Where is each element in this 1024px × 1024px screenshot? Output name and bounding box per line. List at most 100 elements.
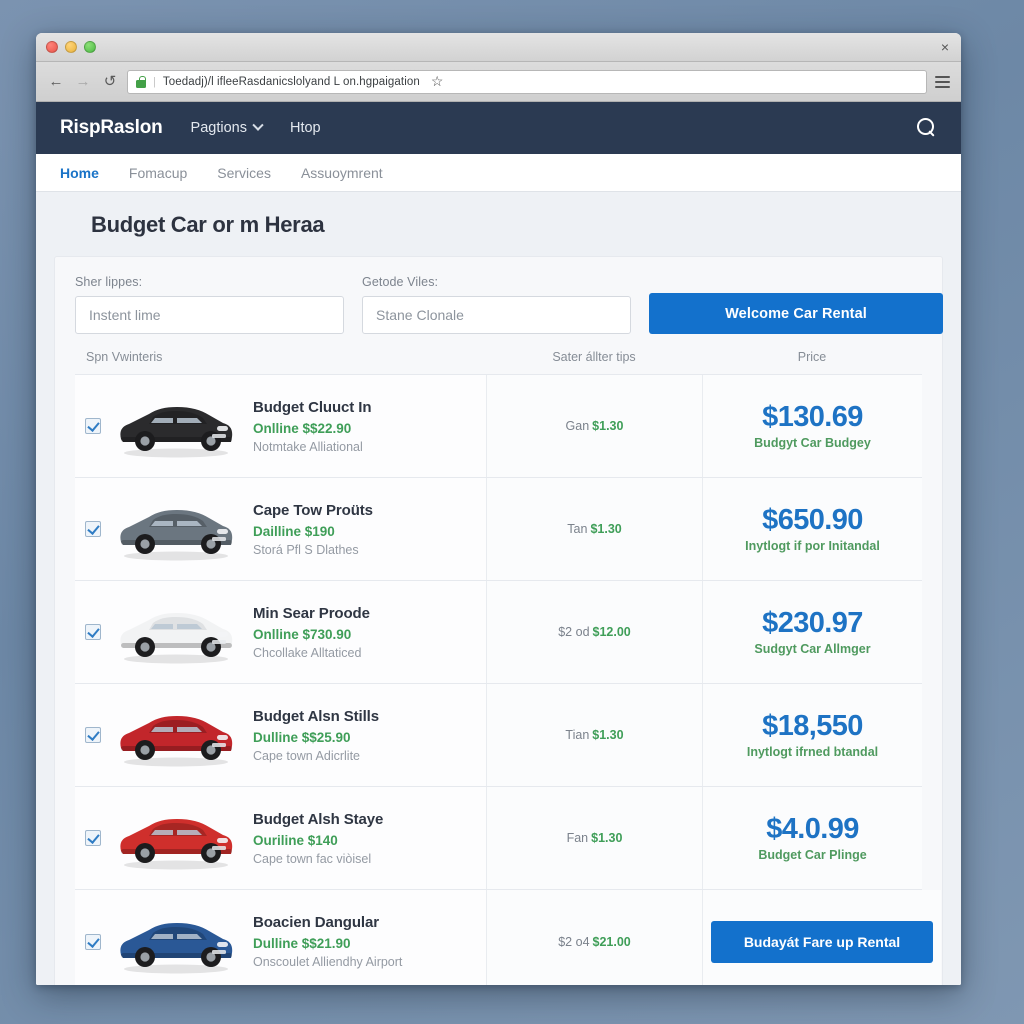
table-row: Budget Alsh Staye Ouriline $140 Cape tow… — [75, 787, 922, 890]
browser-titlebar: × — [36, 33, 961, 62]
car-name: Cape Tow Proüts — [253, 501, 373, 519]
back-arrow-icon[interactable]: ← — [46, 71, 66, 93]
table-row: Boacien Dangular Dulline $$21.90 Onscoul… — [75, 890, 941, 985]
search-results-panel: Sher lippes: Getode Viles: Welcome Car R… — [54, 256, 943, 985]
extra-cell: $2 o4 $21.00 — [486, 890, 702, 985]
car-price-line: Dulline $$21.90 — [253, 936, 351, 951]
price-note: Sudgyt Car Allmger — [754, 641, 871, 656]
subnav-item-assuoymrent[interactable]: Assuoymrent — [301, 165, 383, 181]
car-details: Budget Alsn Stills Dulline $$25.90 Cape … — [243, 708, 476, 763]
extra-prefix: $2 od — [558, 625, 590, 639]
url-separator: | — [153, 75, 156, 88]
main-content: Budget Car or m Heraa Sher lippes: Getod… — [36, 192, 961, 985]
car-name: Boacien Dangular — [253, 914, 379, 931]
pickup-field-group: Sher lippes: — [75, 275, 344, 334]
extra-prefix: Fan — [566, 831, 589, 845]
price-cell: $130.69 Budgyt Car Budgey — [702, 375, 922, 477]
price-note: Budgyt Car Budgey — [754, 435, 871, 450]
car-name: Budget Alsh Staye — [253, 810, 384, 828]
pickup-field-label: Sher lippes: — [75, 275, 143, 289]
price-cell: $4.0.99 Budget Car Plinge — [702, 787, 922, 889]
forward-arrow-icon[interactable]: → — [73, 71, 93, 93]
extra-cell: Gan $1.30 — [486, 375, 702, 477]
site-logo[interactable]: RispRaslon — [60, 117, 163, 139]
hamburger-menu-icon[interactable] — [934, 74, 951, 90]
row-checkbox[interactable] — [85, 624, 101, 640]
nav-item-label: Pagtions — [190, 120, 247, 136]
extra-value: $1.30 — [590, 522, 622, 536]
car-thumbnail — [113, 805, 239, 871]
car-name: Budget Alsn Stills — [253, 707, 379, 725]
table-row: Budget Alsn Stills Dulline $$25.90 Cape … — [75, 684, 922, 787]
row-checkbox[interactable] — [85, 418, 101, 434]
car-subtitle: Cape town Adicrlite — [253, 748, 361, 763]
dropoff-field-group: Getode Viles: — [362, 275, 631, 334]
price-note: Inytlogt ifrned btandal — [746, 744, 879, 759]
price-amount: $18,550 — [762, 710, 863, 743]
address-bar[interactable]: | Toedadj)/l ifleeRasdanicslolyand L on.… — [127, 69, 927, 94]
car-thumbnail — [113, 702, 239, 768]
lock-icon — [136, 75, 146, 88]
extra-value: $1.30 — [592, 419, 624, 433]
column-header-extra: Sater állter tips — [552, 350, 636, 364]
car-cell: Boacien Dangular Dulline $$21.90 Onscoul… — [75, 890, 486, 985]
pickup-input[interactable] — [75, 296, 344, 334]
extra-prefix: Gan — [565, 419, 590, 433]
search-submit-button[interactable]: Welcome Car Rental — [649, 293, 943, 334]
extra-cell: Tian $1.30 — [486, 684, 702, 786]
extra-prefix: Tan — [567, 522, 588, 536]
maximize-window-button[interactable] — [84, 41, 96, 53]
column-header-car: Spn Vwinteris — [86, 350, 163, 364]
car-price-line: Onlline $$22.90 — [253, 420, 352, 436]
nav-item-pagtions[interactable]: Pagtions — [190, 119, 264, 136]
price-amount: $230.97 — [762, 607, 863, 640]
nav-item-label: Htop — [289, 120, 321, 136]
subnav-item-fomacup[interactable]: Fomacup — [129, 165, 187, 181]
car-details: Min Sear Proode Onlline $730.90 Chcollak… — [243, 605, 476, 660]
car-thumbnail — [113, 909, 239, 975]
browser-toolbar: ← → ↺ | Toedadj)/l ifleeRasdanicslolyand… — [36, 62, 961, 102]
car-thumbnail — [113, 599, 239, 665]
extra-prefix: Tian — [565, 728, 590, 742]
row-checkbox[interactable] — [85, 727, 101, 743]
extra-prefix: $2 o4 — [558, 934, 590, 949]
results-table-header: Spn Vwinteris Sater állter tips Price — [75, 334, 922, 374]
row-checkbox[interactable] — [85, 521, 101, 537]
car-details: Cape Tow Proüts Dailline $190 Storá Pfl … — [243, 502, 476, 557]
reload-icon[interactable]: ↺ — [100, 71, 120, 93]
subnav-item-home[interactable]: Home — [60, 165, 99, 181]
car-subtitle: Chcollake Alltaticed — [253, 645, 362, 660]
table-row: Min Sear Proode Onlline $730.90 Chcollak… — [75, 581, 922, 684]
price-cell: $18,550 Inytlogt ifrned btandal — [702, 684, 922, 786]
search-icon[interactable] — [917, 118, 937, 138]
row-checkbox[interactable] — [85, 830, 101, 846]
extra-value: $1.30 — [592, 728, 624, 742]
car-price-line: Dailline $190 — [253, 523, 335, 539]
car-cell: Budget Cluuct In Onlline $$22.90 Notmtak… — [75, 375, 486, 477]
close-icon[interactable]: × — [941, 40, 949, 54]
car-thumbnail — [113, 393, 239, 459]
car-price-line: Dulline $$25.90 — [253, 729, 351, 745]
close-window-button[interactable] — [46, 41, 58, 53]
price-amount: $650.90 — [762, 504, 863, 537]
url-text: Toedadj)/l ifleeRasdanicslolyand L on.hg… — [162, 75, 420, 88]
search-form: Sher lippes: Getode Viles: Welcome Car R… — [75, 275, 943, 334]
browser-window: × ← → ↺ | Toedadj)/l ifleeRasdanicslolya… — [36, 33, 961, 985]
car-details: Budget Cluuct In Onlline $$22.90 Notmtak… — [243, 399, 476, 454]
table-row: Cape Tow Proüts Dailline $190 Storá Pfl … — [75, 478, 922, 581]
minimize-window-button[interactable] — [65, 41, 77, 53]
dropoff-input[interactable] — [362, 296, 631, 334]
car-details: Boacien Dangular Dulline $$21.90 Onscoul… — [243, 914, 476, 969]
extra-cell: Tan $1.30 — [486, 478, 702, 580]
car-name: Min Sear Proode — [253, 604, 370, 622]
nav-item-htop[interactable]: Htop — [290, 120, 321, 136]
bookmark-star-icon[interactable]: ☆ — [427, 73, 444, 90]
car-subtitle: Onscoulet Alliendhy Airport — [253, 955, 403, 969]
subnav-item-services[interactable]: Services — [217, 165, 271, 181]
page-title: Budget Car or m Heraa — [91, 212, 325, 237]
row-checkbox[interactable] — [85, 933, 101, 950]
window-controls — [46, 41, 96, 53]
price-amount: $4.0.99 — [766, 813, 859, 846]
extra-cell: $2 od $12.00 — [486, 581, 702, 683]
book-now-button[interactable]: Budayát Fare up Rental — [711, 920, 933, 963]
